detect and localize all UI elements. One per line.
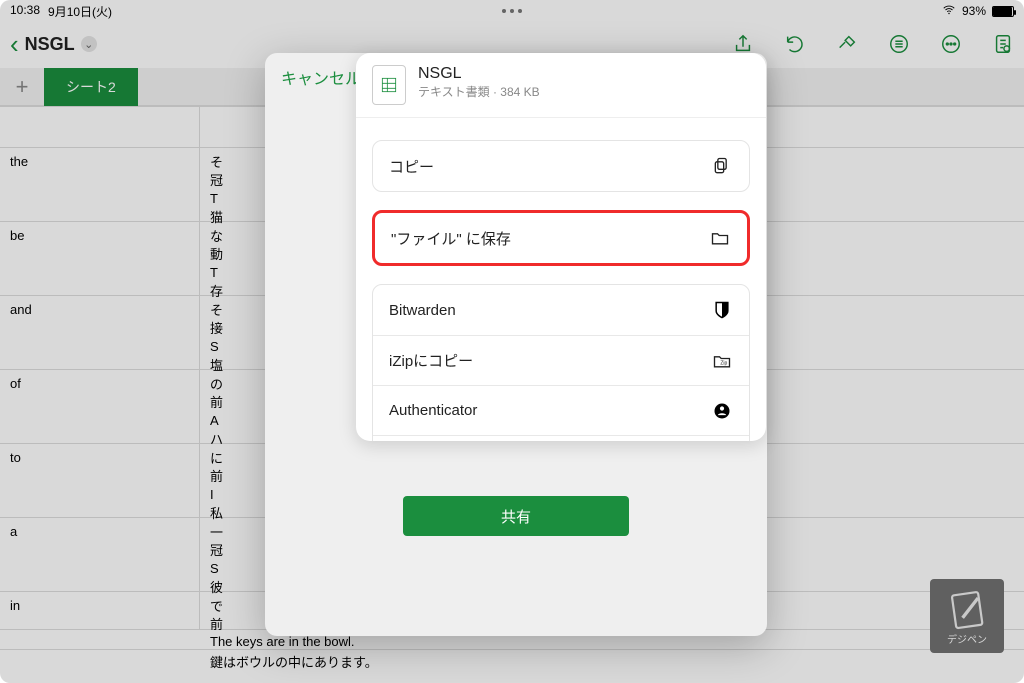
action-izip[interactable]: iZipにコピー Zip: [373, 335, 749, 385]
authenticator-icon: [711, 400, 733, 422]
cancel-button[interactable]: キャンセル: [281, 65, 361, 89]
activity-popover: NSGL テキスト書類 · 384 KB コピー "ファイル" に保存: [356, 53, 766, 441]
folder-icon: [709, 227, 731, 249]
svg-text:Zip: Zip: [720, 360, 727, 366]
file-spreadsheet-icon: [372, 65, 406, 105]
copy-icon: [711, 155, 733, 177]
action-bitwarden[interactable]: Bitwarden: [373, 285, 749, 335]
popover-file-subtitle: テキスト書類 · 384 KB: [418, 83, 540, 100]
action-amazon[interactable]: Amazon で商品を検索する: [373, 435, 749, 441]
watermark: デジペン: [930, 579, 1004, 653]
action-authenticator[interactable]: Authenticator: [373, 385, 749, 435]
popover-file-name: NSGL: [418, 65, 540, 83]
bitwarden-icon: [711, 299, 733, 321]
action-copy[interactable]: コピー: [373, 141, 749, 191]
zip-icon: Zip: [711, 350, 733, 372]
action-save-to-files[interactable]: "ファイル" に保存: [375, 213, 747, 263]
share-button[interactable]: 共有: [403, 496, 629, 536]
